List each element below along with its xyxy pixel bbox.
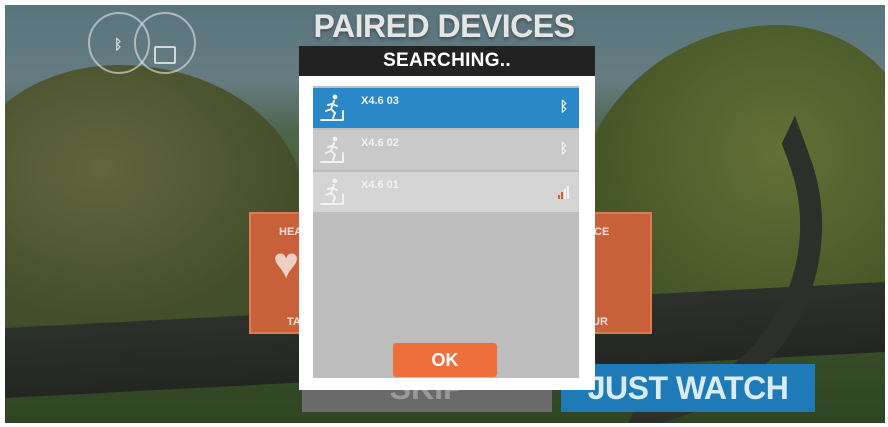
treadmill-runner-icon — [319, 93, 345, 123]
bluetooth-icon: ᛒ — [559, 140, 569, 156]
signal-strength-icon — [557, 184, 571, 200]
treadmill-runner-icon — [319, 135, 345, 165]
device-name: X4.6 01 — [361, 179, 399, 191]
tile-top-text: CE — [594, 226, 610, 238]
device-name: X4.6 03 — [361, 95, 399, 107]
device-row[interactable]: X4.6 02 ᛒ — [313, 130, 579, 170]
device-row-selected[interactable]: X4.6 03 ᛒ — [313, 88, 579, 128]
page-title: PAIRED DEVICES — [313, 8, 575, 44]
device-row[interactable]: X4.6 01 — [313, 172, 579, 212]
searching-dialog: SEARCHING.. X4.6 03 ᛒ X4.6 02 ᛒ X4.6 01 … — [299, 46, 595, 390]
ant-plus-icon — [154, 46, 176, 64]
treadmill-runner-icon — [319, 177, 345, 207]
just-watch-button[interactable]: JUST WATCH — [561, 364, 815, 412]
dialog-title: SEARCHING.. — [299, 46, 595, 76]
device-list: X4.6 03 ᛒ X4.6 02 ᛒ X4.6 01 — [313, 86, 579, 378]
bluetooth-icon: ᛒ — [559, 98, 569, 114]
device-name: X4.6 02 — [361, 137, 399, 149]
ok-button[interactable]: OK — [393, 343, 497, 377]
